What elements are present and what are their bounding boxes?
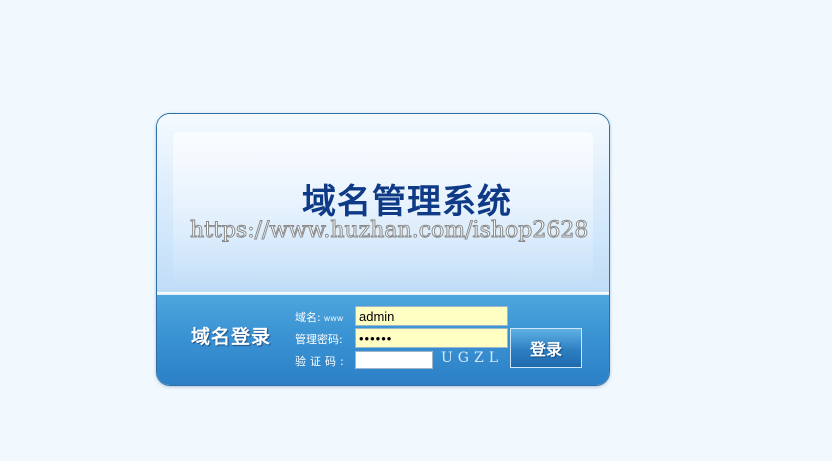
domain-input[interactable] <box>355 306 508 326</box>
password-label: 管理密码: <box>295 333 343 346</box>
header-panel: 域名管理系统 <box>157 114 609 294</box>
password-input[interactable] <box>355 328 508 348</box>
captcha-image[interactable]: UGZL <box>441 350 503 366</box>
login-section-label: 域名登录 <box>191 326 272 348</box>
login-button-label: 登录 <box>529 340 562 359</box>
domain-label: 域名: www <box>295 311 344 324</box>
captcha-label: 验证码: <box>295 355 348 368</box>
page-title: 域名管理系统 <box>302 182 512 222</box>
domain-prefix: www <box>323 314 344 323</box>
login-form-panel: 域名登录 域名:www 管理密码: 验证码: UGZL 登录 <box>157 295 609 385</box>
watermark-text: https://www.huzhan.com/ishop2628 <box>189 218 589 244</box>
login-button[interactable]: 登录 <box>510 328 582 368</box>
login-card: 域名管理系统 域名登录 域名:www 管理密码: 验证码: UGZL 登录 <box>156 113 610 386</box>
captcha-input[interactable] <box>355 351 433 369</box>
